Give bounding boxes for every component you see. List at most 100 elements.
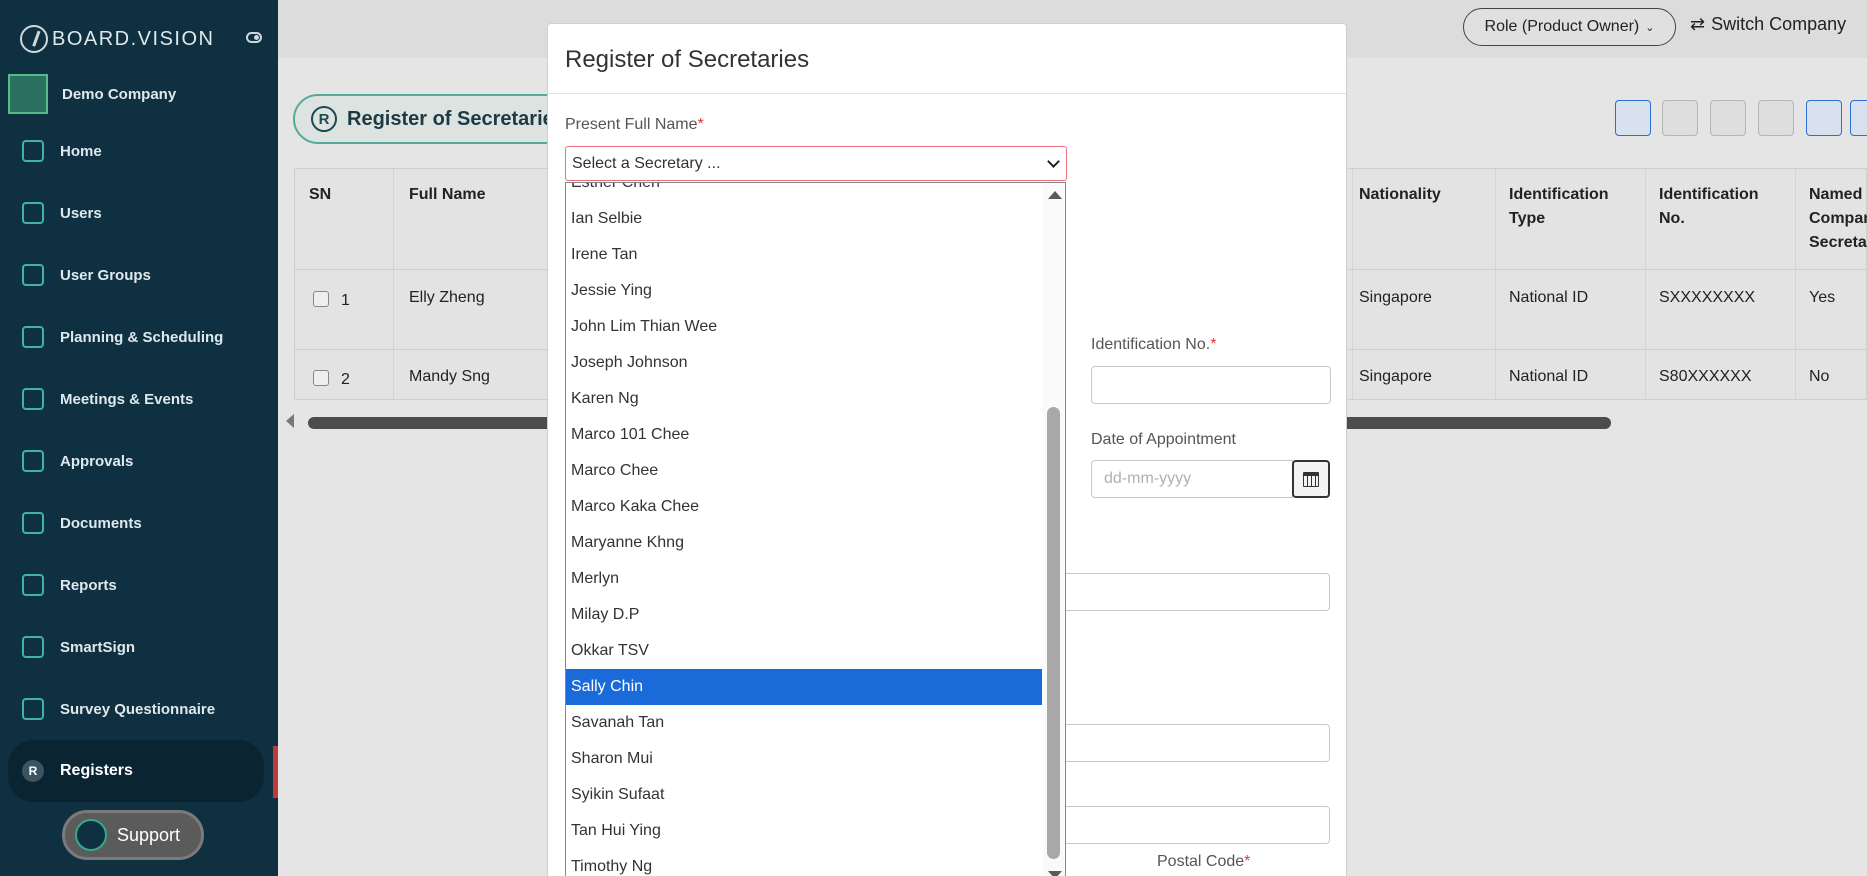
secretary-dropdown-list[interactable]: Esther Chen Ian Selbie Irene Tan Jessie … xyxy=(565,182,1066,876)
dropdown-option[interactable]: Okkar TSV xyxy=(566,633,1042,669)
col-id-no[interactable]: Identification No. xyxy=(1659,183,1759,231)
calendar-icon xyxy=(1303,471,1319,487)
required-mark: * xyxy=(1210,336,1217,353)
label-text: Identification No. xyxy=(1091,336,1211,353)
row-checkbox[interactable] xyxy=(313,370,329,386)
row-checkbox[interactable] xyxy=(313,291,329,307)
dropdown-option[interactable]: Esther Chen xyxy=(566,183,1042,201)
sidebar-item-users[interactable]: Users xyxy=(0,182,278,244)
select-value: Select a Secretary ... xyxy=(572,154,721,172)
brand-logo[interactable]: BOARD.VISION xyxy=(20,24,214,54)
col-id-no-line1: Identification xyxy=(1659,186,1759,203)
edit-button[interactable] xyxy=(1758,100,1794,136)
dropdown-option[interactable]: Marco Chee xyxy=(566,453,1042,489)
sidebar-item-survey[interactable]: Survey Questionnaire xyxy=(0,678,278,740)
col-id-type[interactable]: Identification Type xyxy=(1509,183,1609,231)
dropdown-option[interactable]: Irene Tan xyxy=(566,237,1042,273)
role-dropdown[interactable]: Role (Product Owner) ⌄ xyxy=(1463,8,1676,46)
dropdown-option-selected[interactable]: Sally Chin xyxy=(566,669,1042,705)
col-id-no-line2: No. xyxy=(1659,210,1685,227)
col-nationality[interactable]: Nationality xyxy=(1359,183,1441,207)
row-name: Elly Zheng xyxy=(409,289,485,306)
sidebar-item-approvals[interactable]: Approvals xyxy=(0,430,278,492)
more-button[interactable] xyxy=(1850,100,1867,136)
col-named-secretary[interactable]: Named Compan Secreta xyxy=(1809,183,1867,255)
switch-icon: ⇄ xyxy=(1690,14,1706,34)
sidebar-item-registers[interactable]: R Registers xyxy=(8,740,264,802)
row-sn: 2 xyxy=(341,371,350,388)
dropdown-scroll-thumb[interactable] xyxy=(1047,407,1060,859)
dropdown-option[interactable]: Jessie Ying xyxy=(566,273,1042,309)
sidebar-item-label: Meetings & Events xyxy=(60,390,194,408)
sidebar-item-home[interactable]: Home xyxy=(0,120,278,182)
dropdown-option[interactable]: Syikin Sufaat xyxy=(566,777,1042,813)
date-of-appointment-input[interactable]: dd-mm-yyyy xyxy=(1091,460,1293,498)
sidebar-item-reports[interactable]: Reports xyxy=(0,554,278,616)
sidebar-item-meetings[interactable]: Meetings & Events xyxy=(0,368,278,430)
sidebar-item-label: Reports xyxy=(60,576,117,594)
row-id-no: SXXXXXXXX xyxy=(1659,289,1756,306)
report-icon xyxy=(22,574,44,596)
registers-icon: R xyxy=(22,760,44,782)
calendar-icon xyxy=(22,388,44,410)
download-button[interactable] xyxy=(1806,100,1842,136)
identification-no-input[interactable] xyxy=(1091,366,1331,404)
row-named: Yes xyxy=(1809,289,1836,306)
date-picker-button[interactable] xyxy=(1292,460,1330,498)
dropdown-option[interactable]: John Lim Thian Wee xyxy=(566,309,1042,345)
delete-button[interactable] xyxy=(1662,100,1698,136)
sidebar-item-label: Users xyxy=(60,204,102,222)
dropdown-option[interactable]: Marco 101 Chee xyxy=(566,417,1042,453)
dropdown-option[interactable]: Merlyn xyxy=(566,561,1042,597)
company-switcher[interactable]: Demo Company xyxy=(8,74,176,114)
support-button[interactable]: Support xyxy=(62,810,204,860)
survey-icon xyxy=(22,698,44,720)
sidebar-item-user-groups[interactable]: User Groups xyxy=(0,244,278,306)
dropdown-option[interactable]: Maryanne Khng xyxy=(566,525,1042,561)
scroll-left-arrow-icon[interactable] xyxy=(286,414,294,428)
col-id-type-line1: Identification xyxy=(1509,186,1609,203)
chevron-down-icon xyxy=(1047,155,1060,168)
pen-icon xyxy=(22,636,44,658)
row-id-type: National ID xyxy=(1509,368,1589,385)
approve-button[interactable] xyxy=(1710,100,1746,136)
label-text: Postal Code xyxy=(1157,853,1245,870)
sidebar-item-label: User Groups xyxy=(60,266,151,284)
modal-divider xyxy=(548,93,1346,94)
scroll-down-arrow-icon[interactable] xyxy=(1048,871,1062,876)
postal-code-label: Postal Code* xyxy=(1157,853,1250,871)
row-nationality: Singapore xyxy=(1359,368,1432,385)
sidebar-item-label: SmartSign xyxy=(60,638,136,656)
dropdown-option[interactable]: Sharon Mui xyxy=(566,741,1042,777)
switch-company-button[interactable]: ⇄ Switch Company xyxy=(1690,14,1846,35)
dropdown-option[interactable]: Karen Ng xyxy=(566,381,1042,417)
sidebar-toggle-icon[interactable] xyxy=(246,32,262,43)
sidebar-item-label: Approvals xyxy=(60,452,134,470)
dropdown-option[interactable]: Savanah Tan xyxy=(566,705,1042,741)
sidebar-item-label: Registers xyxy=(60,762,133,779)
bar-chart-icon xyxy=(22,326,44,348)
dropdown-scrollbar[interactable] xyxy=(1043,183,1065,876)
scroll-up-arrow-icon[interactable] xyxy=(1048,191,1062,199)
dropdown-option[interactable]: Timothy Ng xyxy=(566,849,1042,876)
dropdown-option[interactable]: Milay D.P xyxy=(566,597,1042,633)
dropdown-option[interactable]: Joseph Johnson xyxy=(566,345,1042,381)
secretary-select[interactable]: Select a Secretary ... xyxy=(565,146,1067,181)
sidebar-item-planning[interactable]: Planning & Scheduling xyxy=(0,306,278,368)
dropdown-option[interactable]: Ian Selbie xyxy=(566,201,1042,237)
chevron-down-icon: ⌄ xyxy=(1645,21,1655,34)
sidebar-item-smartsign[interactable]: SmartSign xyxy=(0,616,278,678)
dropdown-option[interactable]: Marco Kaka Chee xyxy=(566,489,1042,525)
sidebar-item-documents[interactable]: Documents xyxy=(0,492,278,554)
sidebar: BOARD.VISION Demo Company Home Users Use… xyxy=(0,0,278,876)
home-icon xyxy=(22,140,44,162)
role-label: Role (Product Owner) xyxy=(1484,18,1640,35)
row-named: No xyxy=(1809,368,1830,385)
import-button[interactable] xyxy=(1615,100,1651,136)
col-full-name[interactable]: Full Name xyxy=(409,183,485,207)
row-sn: 1 xyxy=(341,292,350,309)
dropdown-option[interactable]: Tan Hui Ying xyxy=(566,813,1042,849)
row-name: Mandy Sng xyxy=(409,368,490,385)
col-sn[interactable]: SN xyxy=(309,183,331,207)
required-mark: * xyxy=(697,116,704,133)
